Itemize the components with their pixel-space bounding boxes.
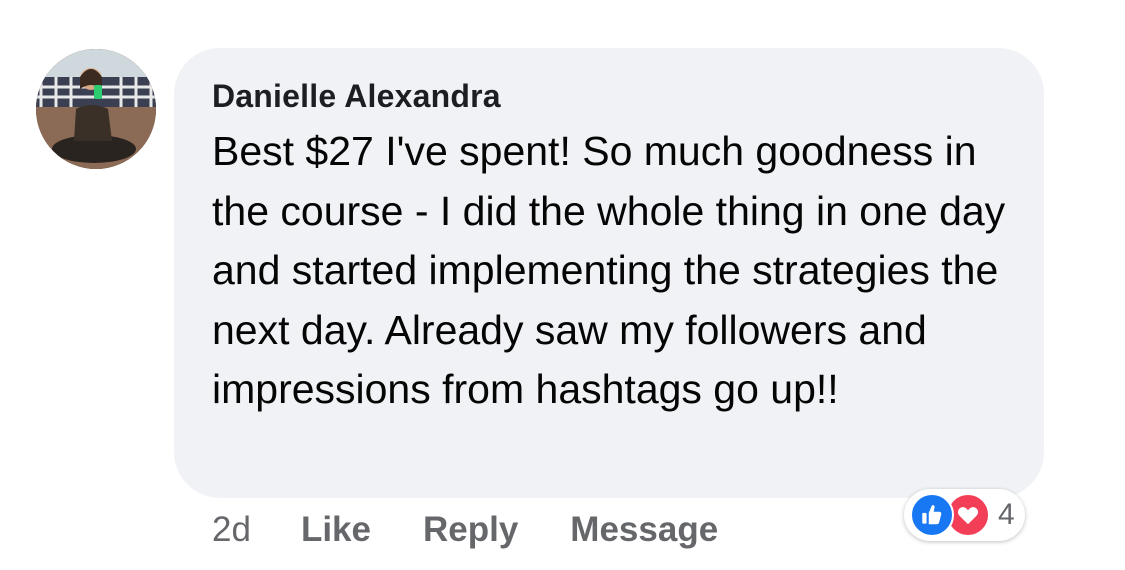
comment-thread: Danielle Alexandra Best $27 I've spent! … [0,0,1125,570]
avatar-photo [36,49,156,169]
like-button[interactable]: Like [301,510,371,550]
comment-actions: 2d Like Reply Message [212,506,770,554]
comment-bubble: Danielle Alexandra Best $27 I've spent! … [174,48,1044,498]
reply-button[interactable]: Reply [423,510,518,550]
reactions-summary[interactable]: 4 [904,489,1025,541]
like-icon [910,493,954,537]
message-button[interactable]: Message [570,510,718,550]
avatar[interactable] [36,49,156,169]
comment-timestamp[interactable]: 2d [212,510,251,550]
comment-text: Best $27 I've spent! So much goodness in… [212,128,1006,412]
reaction-count: 4 [998,498,1015,531]
comment-author-name[interactable]: Danielle Alexandra [212,76,1006,116]
